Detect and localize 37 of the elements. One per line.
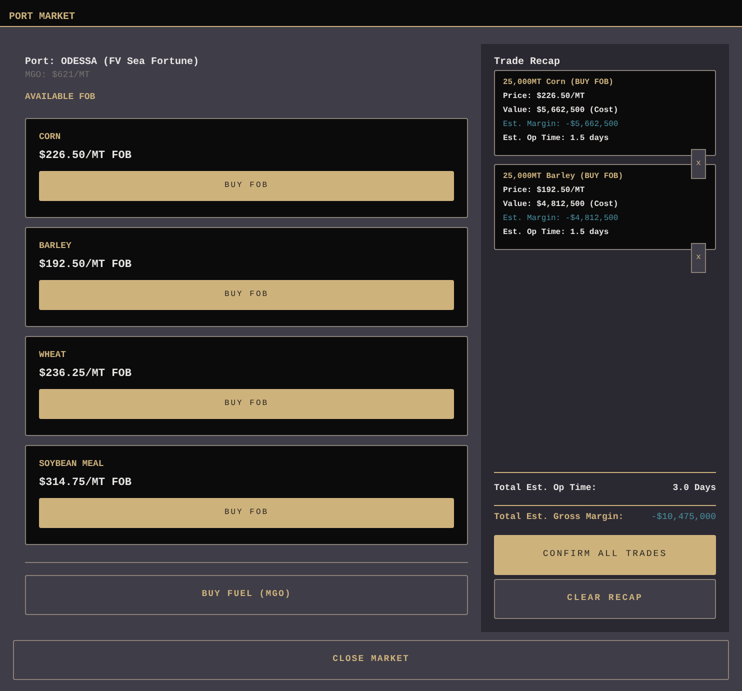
product-name: CORN [39,130,61,144]
buy-button[interactable]: BUY FOB [39,170,454,200]
buy-button[interactable]: BUY FOB [39,388,454,418]
product-name: BARLEY [39,240,72,252]
total-label: Total Est. Op Time: [494,482,597,495]
trade-value: Value: $5,662,500 (Cost) [503,105,618,117]
remove-button[interactable]: x [691,149,706,179]
buy-button[interactable]: BUY FOB [39,498,454,528]
buy-button[interactable]: BUY FOB [39,280,454,310]
product-price: $314.75/MT FOB [39,476,132,490]
fuel-price: MGO: $621/MT [25,69,91,81]
product-price: $192.50/MT FOB [39,258,132,272]
product-name: WHEAT [39,348,66,362]
panel-title: Trade Recap [494,56,562,69]
window-title: PORT MARKET [9,12,76,23]
buy-fuel-button[interactable]: BUY FUEL (MGO) [25,574,468,614]
trade-price: Price: $192.50/MT [503,185,585,197]
section-title: AVAILABLE FOB [25,91,96,104]
trade-value: Value: $4,812,500 (Cost) [503,199,618,211]
trade-price: Price: $226.50/MT [503,91,585,103]
total-value: 3.0 Days [672,482,716,495]
trade-title: 25,000MT Barley (BUY FOB) [503,171,624,183]
product-price: $236.25/MT FOB [39,366,132,382]
total-label: Total Est. Gross Margin: [494,510,624,524]
remove-button[interactable]: x [691,243,706,273]
clear-button[interactable]: CLEAR RECAP [494,579,716,619]
close-button[interactable]: CLOSE MARKET [13,640,729,680]
trade-margin: Est. Margin: -$5,662,500 [503,119,618,131]
trade-time: Est. Op Time: 1.5 days [503,227,609,239]
trade-margin: Est. Margin: -$4,812,500 [503,213,618,225]
trade-title: 25,000MT Corn (BUY FOB) [503,77,614,89]
confirm-button[interactable]: CONFIRM ALL TRADES [494,535,716,575]
port-label: Port: ODESSA (FV Sea Fortune) [25,56,200,69]
trade-time: Est. Op Time: 1.5 days [503,133,609,145]
product-name: SOYBEAN MEAL [39,458,104,470]
product-price: $226.50/MT FOB [39,148,132,164]
total-value: -$10,475,000 [651,510,716,524]
